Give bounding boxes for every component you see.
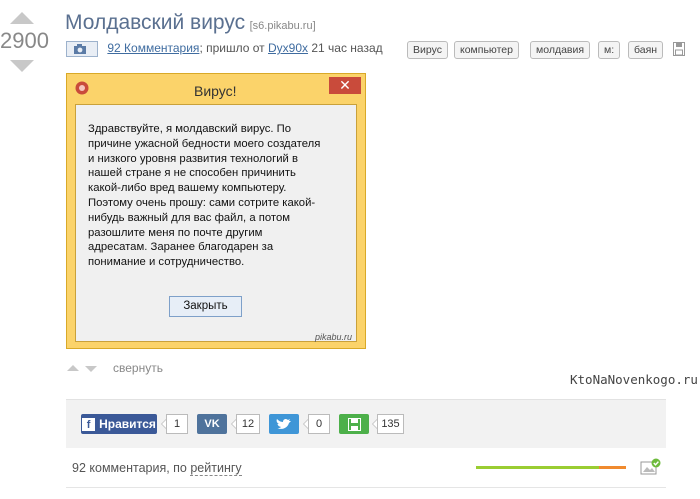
twitter-icon [276,418,291,429]
save-count: 135 [372,414,404,434]
dialog-body: Здравствуйте, я молдавский вирус. По при… [75,104,357,342]
message-line: Здравствуйте, я молдавский вирус. По [88,123,292,135]
comments-sort-link[interactable]: рейтингу [190,461,242,476]
image-check-icon[interactable] [640,458,662,481]
image-downvote-icon[interactable] [85,366,97,372]
post-header: Молдавский вирус [s6.pikabu.ru] [65,11,316,35]
dialog-app-icon [75,81,89,100]
bottom-divider [66,487,666,488]
image-watermark: pikabu.ru [315,332,353,342]
dialog-close-button[interactable]: ✕ [329,77,361,94]
vk-share-button[interactable]: VK [197,414,227,434]
dialog-message: Здравствуйте, я молдавский вирус. По при… [88,122,354,270]
downvote-icon[interactable] [10,60,34,72]
message-line: нашей стране я не способен причинить [88,167,296,180]
post-rating: 2900 [0,28,49,53]
message-line: какой-либо вред вашему компьютеру. [88,182,287,195]
post-time: 21 час назад [308,41,383,56]
close-icon: ✕ [339,77,351,93]
dialog-title: Вирус! [194,83,237,99]
vk-count: 12 [231,414,260,434]
image-upvote-icon[interactable] [67,365,79,371]
rating-bar-negative [599,466,626,469]
comments-link[interactable]: 92 Комментария [107,41,199,55]
tag-moldova[interactable]: молдавия [530,41,591,59]
posted-from-label: пришло от [202,41,269,56]
tag-bayan[interactable]: баян [628,41,664,59]
rating-bar-positive [476,466,599,469]
site-watermark: KtoNaNovenkogo.ru [570,372,698,387]
comments-count: 92 комментария, по [72,461,191,475]
post-domain[interactable]: [s6.pikabu.ru] [250,20,316,32]
tag-virus[interactable]: Вирус [407,41,448,59]
message-line: разошлите меня по почте другим [88,226,263,239]
save-icon[interactable] [673,42,685,61]
facebook-count: 1 [161,414,188,434]
floppy-icon [347,417,361,431]
message-line: понимание и сотрудничество. [88,256,245,269]
post-meta: – 92 Комментария; пришло от Dyx90x 21 ча… [66,41,383,57]
facebook-like-button[interactable]: f Нравится [81,414,157,434]
dialog-close-action-button[interactable]: Закрыть [169,296,242,317]
post-title[interactable]: Молдавский вирус [65,11,245,34]
message-line: и низкого уровня развития технологий в [88,152,298,165]
tag-computer[interactable]: компьютер [454,41,519,59]
message-line: адресатам. Заранее благодарен за [88,241,274,254]
twitter-share-button[interactable] [269,414,299,434]
rating-bar [476,466,626,469]
message-line: нибудь важный для вас файл, а потом [88,211,290,224]
tag-m[interactable]: м: [598,41,621,59]
fb-icon: f [82,417,96,431]
twitter-count: 0 [303,414,330,434]
save-post-button[interactable] [339,414,369,434]
camera-icon [66,41,98,57]
vk-icon: VK [204,418,220,430]
upvote-icon[interactable] [10,12,34,24]
share-bar: f Нравится 1 VK 12 0 135 [66,399,666,448]
comments-header: 92 комментария, по рейтингу [72,461,242,476]
message-line: Поэтому очень прошу: сами сотрите какой- [88,196,316,209]
collapse-link[interactable]: свернуть [113,361,163,375]
virus-dialog-image: Вирус! ✕ Здравствуйте, я молдавский виру… [66,73,366,349]
facebook-like-label: Нравится [99,417,156,431]
author-link[interactable]: Dyx90x [268,41,308,55]
message-line: причине ужасной бедности моего создателя [88,137,321,150]
